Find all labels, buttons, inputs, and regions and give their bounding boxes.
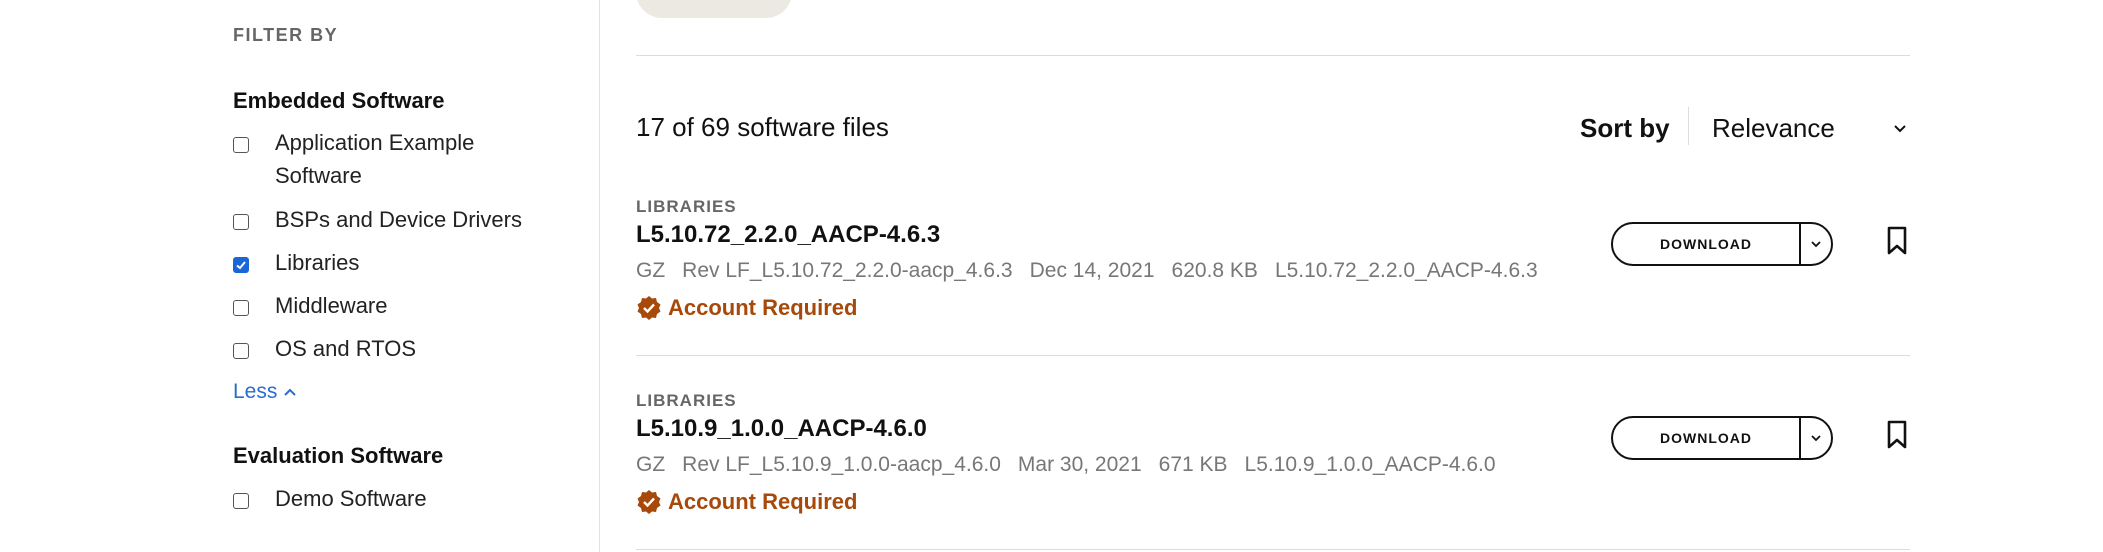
search-button-partial[interactable] xyxy=(636,0,792,18)
chevron-down-icon xyxy=(1811,435,1821,442)
less-toggle-label: Less xyxy=(233,380,278,403)
check-icon xyxy=(236,261,246,270)
software-file-card: LIBRARIES L5.10.9_1.0.0_AACP-4.6.0 GZ Re… xyxy=(636,391,1910,551)
checkbox[interactable] xyxy=(233,300,249,316)
filter-option-label: Middleware xyxy=(275,293,388,318)
group-title-embedded-software: Embedded Software xyxy=(233,88,445,113)
results-count: 17 of 69 software files xyxy=(636,112,889,142)
file-meta: GZ Rev LF_L5.10.9_1.0.0-aacp_4.6.0 Mar 3… xyxy=(636,453,1496,477)
file-size: 671 KB xyxy=(1158,453,1228,476)
checkbox[interactable] xyxy=(233,493,249,509)
filter-option-label: Libraries xyxy=(275,250,360,275)
sort-value: Relevance xyxy=(1712,113,1835,143)
filter-option-bsps-and-device-drivers[interactable]: BSPs and Device Drivers xyxy=(233,207,525,236)
filter-option-libraries[interactable]: Libraries xyxy=(233,250,525,279)
filter-option-label: BSPs and Device Drivers xyxy=(275,207,522,232)
checkbox[interactable] xyxy=(233,214,249,230)
sort-by-label: Sort by xyxy=(1580,113,1670,143)
filter-option-middleware[interactable]: Middleware xyxy=(233,293,525,322)
file-category: LIBRARIES xyxy=(636,197,737,216)
bookmark-icon xyxy=(1887,226,1907,255)
row-divider xyxy=(636,549,1910,550)
header-divider xyxy=(636,55,1910,56)
file-id: L5.10.9_1.0.0_AACP-4.6.0 xyxy=(1244,453,1496,476)
filter-option-application-example-software[interactable]: Application Example Software xyxy=(233,130,525,192)
file-name-link[interactable]: L5.10.9_1.0.0_AACP-4.6.0 xyxy=(636,415,927,443)
software-file-card: LIBRARIES L5.10.72_2.2.0_AACP-4.6.3 GZ R… xyxy=(636,197,1910,357)
bookmark-icon xyxy=(1887,420,1907,449)
file-type: GZ xyxy=(636,453,666,476)
sort-select[interactable]: Relevance xyxy=(1712,113,1908,144)
chevron-down-icon xyxy=(1811,241,1821,248)
filter-option-label: Application Example Software xyxy=(275,130,475,188)
bookmark-button[interactable] xyxy=(1886,420,1908,455)
less-toggle-link[interactable]: Less xyxy=(233,380,297,404)
file-size: 620.8 KB xyxy=(1171,259,1258,282)
account-required-text: Account Required xyxy=(668,295,858,320)
filter-option-label: OS and RTOS xyxy=(275,336,417,361)
checkbox[interactable] xyxy=(233,343,249,359)
download-options-button[interactable] xyxy=(1801,418,1831,458)
account-required-badge: Account Required xyxy=(636,295,857,321)
file-type: GZ xyxy=(636,259,666,282)
account-required-text: Account Required xyxy=(668,489,858,514)
file-revision: Rev LF_L5.10.72_2.2.0-aacp_4.6.3 xyxy=(682,259,1013,282)
checkbox[interactable] xyxy=(233,137,249,153)
file-date: Mar 30, 2021 xyxy=(1017,453,1142,476)
sort-separator xyxy=(1688,107,1689,145)
account-required-badge: Account Required xyxy=(636,489,857,515)
verified-badge-icon xyxy=(637,296,661,320)
sidebar-divider xyxy=(599,0,600,552)
group-title-evaluation-software: Evaluation Software xyxy=(233,443,444,468)
file-meta: GZ Rev LF_L5.10.72_2.2.0-aacp_4.6.3 Dec … xyxy=(636,259,1538,283)
download-button[interactable]: DOWNLOAD xyxy=(1613,224,1801,264)
file-id: L5.10.72_2.2.0_AACP-4.6.3 xyxy=(1274,259,1538,282)
checkbox-checked[interactable] xyxy=(233,257,249,273)
chevron-down-icon xyxy=(1894,124,1906,132)
chevron-up-icon xyxy=(284,388,297,396)
filter-option-demo-software[interactable]: Demo Software xyxy=(233,486,525,515)
verified-badge-icon xyxy=(637,490,661,514)
file-category: LIBRARIES xyxy=(636,391,737,410)
file-name-link[interactable]: L5.10.72_2.2.0_AACP-4.6.3 xyxy=(636,221,940,249)
download-split-button: DOWNLOAD xyxy=(1611,222,1833,266)
download-split-button: DOWNLOAD xyxy=(1611,416,1833,460)
bookmark-button[interactable] xyxy=(1886,226,1908,261)
row-divider xyxy=(636,355,1910,356)
filter-heading: FILTER BY xyxy=(233,25,339,45)
download-options-button[interactable] xyxy=(1801,224,1831,264)
file-date: Dec 14, 2021 xyxy=(1029,259,1155,282)
download-button[interactable]: DOWNLOAD xyxy=(1613,418,1801,458)
file-revision: Rev LF_L5.10.9_1.0.0-aacp_4.6.0 xyxy=(682,453,1001,476)
filter-option-os-and-rtos[interactable]: OS and RTOS xyxy=(233,336,525,365)
filter-option-label: Demo Software xyxy=(275,486,427,511)
